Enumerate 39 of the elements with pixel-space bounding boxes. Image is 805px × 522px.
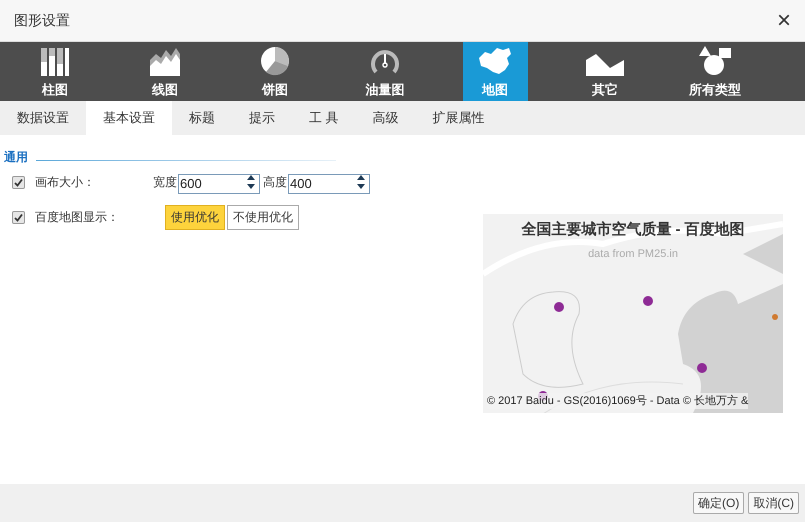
shapes-icon xyxy=(697,44,733,76)
area-chart-icon xyxy=(149,46,181,76)
dialog-button[interactable]: 确定(O) xyxy=(693,492,744,514)
settings-tab[interactable]: 扩展属性 xyxy=(416,101,502,135)
map-icon xyxy=(477,46,513,76)
chart-type-tab[interactable]: 油量图 xyxy=(352,42,418,101)
spinner-icon[interactable] xyxy=(246,174,256,190)
window-title: 图形设置 xyxy=(14,11,70,30)
settings-tab[interactable]: 数据设置 xyxy=(0,101,86,135)
checkbox[interactable] xyxy=(12,176,25,188)
spinner-icon[interactable] xyxy=(356,174,366,190)
number-field[interactable]: 600 xyxy=(178,174,260,194)
checkbox[interactable] xyxy=(12,210,25,224)
dialog-button[interactable]: 取消(C) xyxy=(748,492,799,514)
section-heading: 通用 xyxy=(4,151,28,163)
settings-tab[interactable]: 基本设置 xyxy=(86,101,172,135)
chart-type-tab[interactable]: 其它 xyxy=(572,42,638,101)
close-button[interactable]: × xyxy=(776,8,791,32)
settings-tab[interactable]: 标题 xyxy=(172,101,232,135)
settings-tab[interactable]: 提示 xyxy=(232,101,292,135)
option-button[interactable]: 不使用优化 xyxy=(227,204,299,230)
settings-tab[interactable]: 高级 xyxy=(356,101,416,135)
landscape-shape-icon xyxy=(586,54,624,76)
number-field[interactable]: 400 xyxy=(288,174,370,194)
map-copyright: © 2017 Baidu - GS(2016)1069号 - Data © 长地万方 & xyxy=(487,392,748,409)
map-title: 全国主要城市空气质量 - 百度地图 xyxy=(521,220,745,240)
field-label: 高度 xyxy=(263,174,287,191)
settings-tab[interactable]: 工 具 xyxy=(292,101,356,135)
chart-type-tab[interactable]: 线图 xyxy=(132,42,198,101)
chart-type-tab[interactable]: 饼图 xyxy=(242,42,308,101)
pie-chart-icon xyxy=(260,46,290,76)
bar-chart-icon xyxy=(40,48,70,76)
chart-type-tab[interactable]: 柱图 xyxy=(22,42,88,101)
field-label: 宽度 xyxy=(153,174,177,191)
field-label: 画布大小： xyxy=(35,174,96,191)
map-subtitle: data from PM25.in xyxy=(588,246,678,262)
field-label: 百度地图显示： xyxy=(35,209,120,226)
chart-type-tab[interactable]: 所有类型 xyxy=(682,42,748,101)
option-button[interactable]: 使用优化 xyxy=(165,204,225,230)
